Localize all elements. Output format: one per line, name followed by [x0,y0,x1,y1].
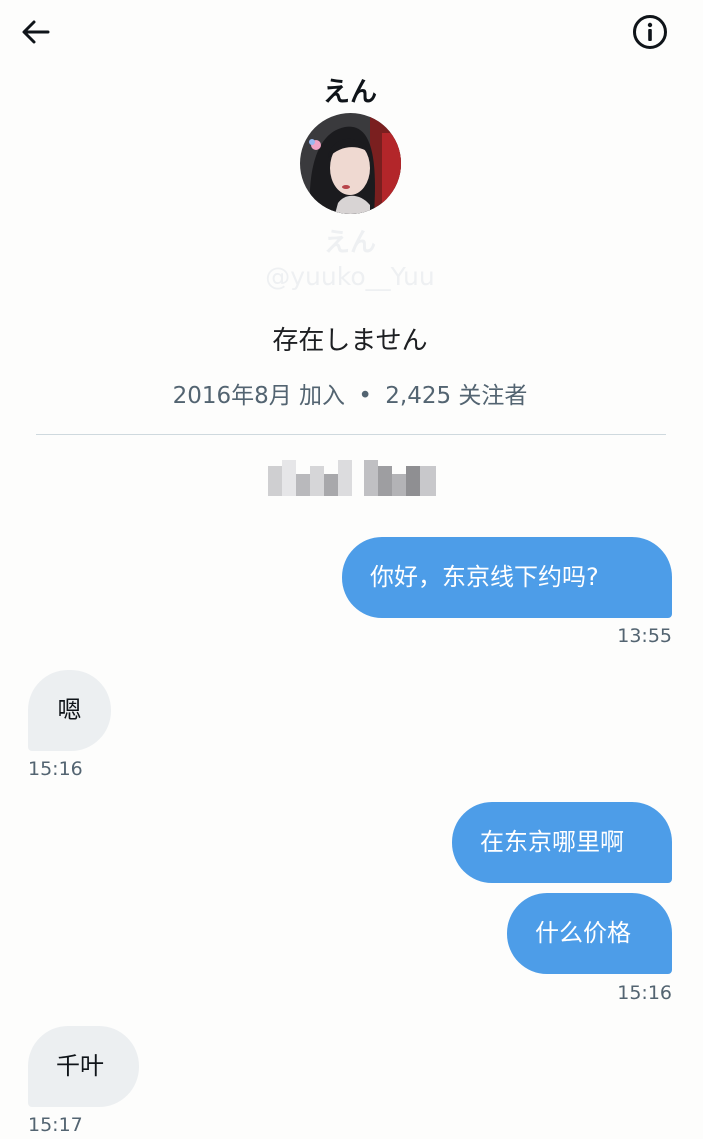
profile-handle-faded: @yuuko__Yuu [265,262,435,291]
window-edge [703,0,711,1139]
meta-separator: • [358,383,372,409]
account-status: 存在しません [272,326,428,356]
message-timestamp: 15:16 [28,758,83,780]
profile-name-faded: えん [323,228,376,258]
message-bubble-outgoing[interactable]: 什么价格 [507,893,672,974]
message-timestamp: 13:55 [617,625,672,647]
follower-count: 2,425 关注者 [385,383,528,409]
info-icon[interactable] [632,14,668,50]
message-bubble-incoming[interactable]: 千叶 [28,1026,139,1107]
profile-meta: 2016年8月 加入 • 2,425 关注者 [0,376,700,410]
message-bubble-outgoing[interactable]: 在东京哪里啊 [452,802,672,883]
message-bubble-incoming[interactable]: 嗯 [28,670,111,751]
avatar[interactable] [300,113,401,214]
join-date: 2016年8月 加入 [172,383,346,409]
message-timestamp: 15:17 [28,1114,83,1136]
pixelated-date-separator [268,460,436,496]
message-bubble-outgoing[interactable]: 你好，东京线下约吗? [342,537,672,618]
conversation-title: えん [323,77,377,108]
back-arrow-icon[interactable] [18,14,54,50]
message-timestamp: 15:16 [617,982,672,1004]
divider [36,434,666,435]
